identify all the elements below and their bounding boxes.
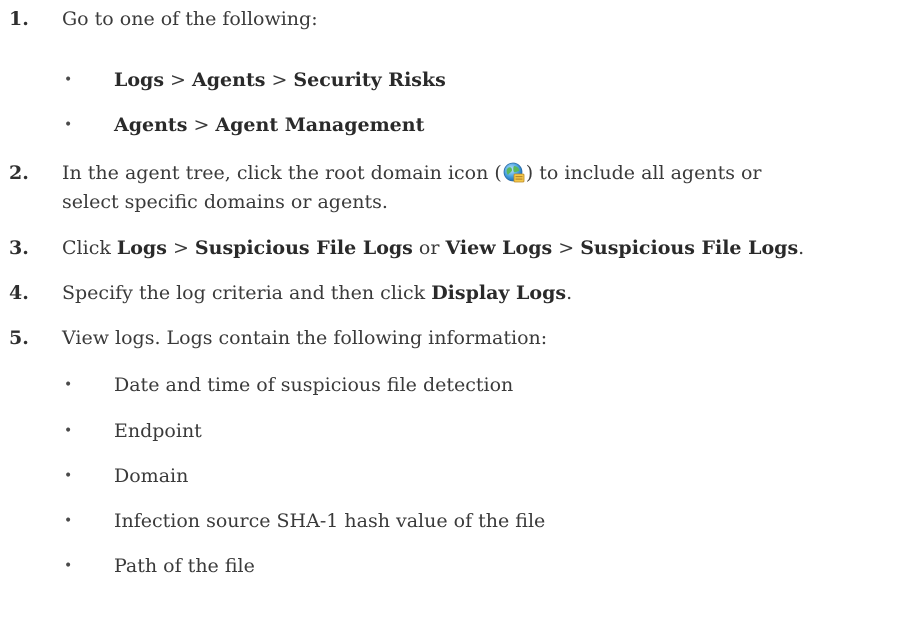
- procedure-document: 1. Go to one of the following: • Logs > …: [0, 0, 914, 641]
- step-text: select specific domains or agents.: [62, 191, 388, 213]
- menu-logs: Logs: [116, 237, 167, 259]
- globe-domain-icon: [503, 162, 525, 183]
- step-text-part: Specify the log criteria and then click: [62, 282, 432, 304]
- bullet-icon: •: [64, 72, 73, 88]
- menu-security-risks: Security Risks: [293, 69, 446, 91]
- list-item-text: Domain: [114, 465, 189, 487]
- display-logs-label: Display Logs: [431, 282, 567, 304]
- list-item-text: Infection source SHA-1 hash value of the…: [114, 510, 546, 532]
- bullet-icon: •: [64, 423, 73, 439]
- step-number: 4.: [9, 282, 29, 304]
- step-number: 2.: [9, 162, 29, 184]
- separator: >: [187, 114, 216, 136]
- menu-logs: Logs: [114, 69, 165, 91]
- step-number: 1.: [9, 8, 29, 30]
- option-path: Agents > Agent Management: [114, 111, 424, 139]
- bullet-icon: •: [64, 117, 73, 133]
- bullet-icon: •: [64, 468, 73, 484]
- menu-agents: Agents: [114, 114, 188, 136]
- step-text-part: In the agent tree, click the root domain…: [62, 162, 502, 184]
- menu-agent-management: Agent Management: [215, 114, 425, 136]
- separator: >: [164, 69, 193, 91]
- step-text: Specify the log criteria and then click …: [62, 279, 572, 307]
- menu-suspicious-file-logs: Suspicious File Logs: [580, 237, 799, 259]
- bullet-icon: •: [64, 377, 73, 393]
- list-item-text: Path of the file: [114, 555, 255, 577]
- bullet-icon: •: [64, 513, 73, 529]
- list-item-text: Endpoint: [114, 420, 202, 442]
- option-path: Logs > Agents > Security Risks: [114, 66, 446, 94]
- step-text: View logs. Logs contain the following in…: [62, 327, 548, 349]
- menu-suspicious-file-logs: Suspicious File Logs: [194, 237, 413, 259]
- step-text: Click Logs > Suspicious File Logs or Vie…: [62, 234, 804, 262]
- step-number: 5.: [9, 327, 29, 349]
- step-text-part: ) to include all agents or: [525, 162, 762, 184]
- step-number: 3.: [9, 237, 29, 259]
- step-text-part: .: [566, 282, 573, 304]
- menu-view-logs: View Logs: [445, 237, 553, 259]
- step-text-part: .: [798, 237, 805, 259]
- step-text-part: Click: [62, 237, 117, 259]
- step-text: Go to one of the following:: [62, 8, 318, 30]
- step-text-part: or: [412, 237, 446, 259]
- menu-agents: Agents: [192, 69, 266, 91]
- separator: >: [265, 69, 294, 91]
- separator: >: [552, 237, 581, 259]
- list-item-text: Date and time of suspicious file detecti…: [114, 374, 514, 396]
- bullet-icon: •: [64, 558, 73, 574]
- step-text: In the agent tree, click the root domain…: [62, 159, 762, 187]
- separator: >: [166, 237, 195, 259]
